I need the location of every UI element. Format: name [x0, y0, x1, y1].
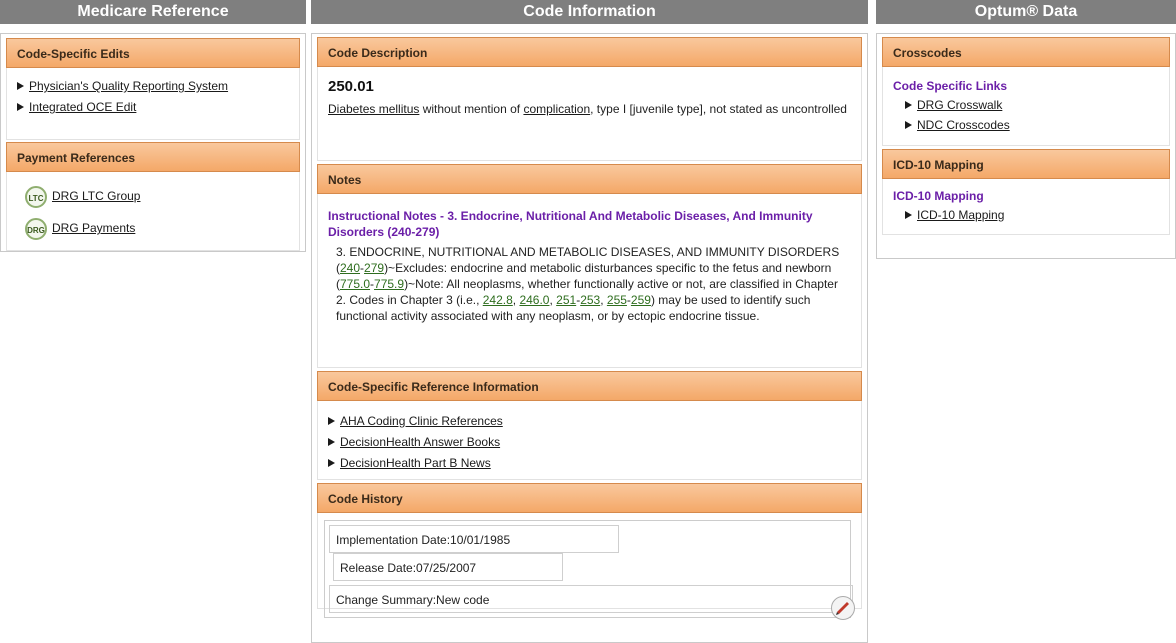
ltc-badge-icon: LTC [25, 185, 47, 208]
reference-item-part-b-news[interactable]: DecisionHealth Part B News [328, 455, 851, 476]
edit-note-icon[interactable] [831, 596, 855, 620]
code-specific-edits-body: Physician's Quality Reporting System Int… [6, 68, 300, 140]
code-specific-edits-header: Code-Specific Edits [6, 38, 300, 68]
crosscodes-header: Crosscodes [882, 37, 1170, 67]
code-description-header: Code Description [317, 37, 862, 67]
diabetes-mellitus-link[interactable]: Diabetes mellitus [328, 102, 419, 116]
part-b-news-link[interactable]: DecisionHealth Part B News [340, 456, 491, 470]
code-link-255[interactable]: 255 [607, 293, 627, 307]
code-information-box: Code Description 250.01 Diabetes mellitu… [311, 33, 868, 643]
triangle-right-icon [905, 211, 912, 219]
code-link-246-0[interactable]: 246.0 [519, 293, 549, 307]
release-date: Release Date:07/25/2007 [333, 553, 563, 581]
icd10-mapping-body: ICD-10 Mapping ICD-10 Mapping [882, 179, 1170, 235]
code-link-259[interactable]: 259 [631, 293, 651, 307]
code-history-body: Implementation Date:10/01/1985Release Da… [317, 513, 862, 620]
code-link-242-8[interactable]: 242.8 [483, 293, 513, 307]
crosscodes-body: Code Specific Links DRG Crosswalk NDC Cr… [882, 67, 1170, 146]
instructional-notes-heading: Instructional Notes - 3. Endocrine, Nutr… [328, 209, 813, 239]
code-description-body: 250.01 Diabetes mellitus without mention… [317, 67, 862, 161]
code-history-table: Implementation Date:10/01/1985Release Da… [324, 520, 853, 618]
notes-header: Notes [317, 164, 862, 194]
optum-data-header: Optum® Data [876, 0, 1176, 24]
medicare-reference-header: Medicare Reference [0, 0, 306, 24]
code-link-775-0[interactable]: 775.0 [340, 277, 370, 291]
reference-info-header: Code-Specific Reference Information [317, 371, 862, 401]
icd10-mapping-heading: ICD-10 Mapping [893, 189, 984, 203]
edits-item-pqrs[interactable]: Physician's Quality Reporting System [17, 78, 289, 99]
crosscodes-item-ndc[interactable]: NDC Crosscodes [905, 117, 1159, 137]
implementation-date: Implementation Date:10/01/1985 [329, 525, 619, 553]
triangle-right-icon [328, 417, 335, 425]
code-link-240[interactable]: 240 [340, 261, 360, 275]
history-row-dates: Implementation Date:10/01/1985Release Da… [329, 525, 846, 581]
code-link-775-9[interactable]: 775.9 [374, 277, 404, 291]
edits-item-oce[interactable]: Integrated OCE Edit [17, 99, 289, 120]
code-link-279[interactable]: 279 [364, 261, 384, 275]
history-row-change: Change Summary:New code [329, 585, 853, 613]
code-specific-links-heading: Code Specific Links [893, 79, 1008, 93]
optum-data-column: Optum® Data Crosscodes Code Specific Lin… [876, 0, 1176, 259]
complication-link[interactable]: complication [523, 102, 590, 116]
icd10-mapping-header: ICD-10 Mapping [882, 149, 1170, 179]
crosscodes-item-drg[interactable]: DRG Crosswalk [905, 97, 1159, 117]
medicare-reference-box: Code-Specific Edits Physician's Quality … [0, 33, 306, 252]
description-text-2: , type I [juvenile type], not stated as … [590, 102, 847, 116]
code-link-253[interactable]: 253 [580, 293, 600, 307]
medicare-reference-column: Medicare Reference Code-Specific Edits P… [0, 0, 306, 252]
instructional-notes-text: 3. ENDOCRINE, NUTRITIONAL AND METABOLIC … [328, 244, 851, 324]
code-information-header: Code Information [311, 0, 868, 24]
answer-books-link[interactable]: DecisionHealth Answer Books [340, 435, 500, 449]
payment-item-drg[interactable]: DRG DRG Payments [17, 212, 289, 244]
code-information-column: Code Information Code Description 250.01… [311, 0, 868, 643]
triangle-right-icon [905, 101, 912, 109]
code-value: 250.01 [328, 78, 374, 95]
description-text-1: without mention of [419, 102, 524, 116]
optum-data-box: Crosscodes Code Specific Links DRG Cross… [876, 33, 1176, 259]
icd10-mapping-item[interactable]: ICD-10 Mapping [905, 207, 1159, 227]
triangle-right-icon [17, 82, 24, 90]
change-summary: Change Summary:New code [329, 585, 853, 613]
aha-coding-clinic-link[interactable]: AHA Coding Clinic References [340, 414, 503, 428]
triangle-right-icon [328, 459, 335, 467]
payment-references-body: LTC DRG LTC Group DRG DRG Payments [6, 172, 300, 251]
code-history-header: Code History [317, 483, 862, 513]
drg-payments-link[interactable]: DRG Payments [52, 221, 135, 235]
notes-body: Instructional Notes - 3. Endocrine, Nutr… [317, 194, 862, 368]
triangle-right-icon [905, 121, 912, 129]
reference-item-aha[interactable]: AHA Coding Clinic References [328, 413, 851, 434]
triangle-right-icon [328, 438, 335, 446]
pqrs-link[interactable]: Physician's Quality Reporting System [29, 79, 228, 93]
reference-info-body: AHA Coding Clinic References DecisionHea… [317, 401, 862, 480]
drg-crosswalk-link[interactable]: DRG Crosswalk [917, 98, 1002, 112]
notes-comma: , [600, 293, 607, 307]
drg-ltc-group-link[interactable]: DRG LTC Group [52, 189, 140, 203]
reference-item-answer-books[interactable]: DecisionHealth Answer Books [328, 434, 851, 455]
icd10-mapping-link[interactable]: ICD-10 Mapping [917, 208, 1004, 222]
payment-references-header: Payment References [6, 142, 300, 172]
code-link-251[interactable]: 251 [556, 293, 576, 307]
ndc-crosscodes-link[interactable]: NDC Crosscodes [917, 118, 1010, 132]
payment-item-ltc[interactable]: LTC DRG LTC Group [17, 180, 289, 212]
oce-edit-link[interactable]: Integrated OCE Edit [29, 100, 136, 114]
triangle-right-icon [17, 103, 24, 111]
drg-badge-icon: DRG [25, 217, 47, 240]
